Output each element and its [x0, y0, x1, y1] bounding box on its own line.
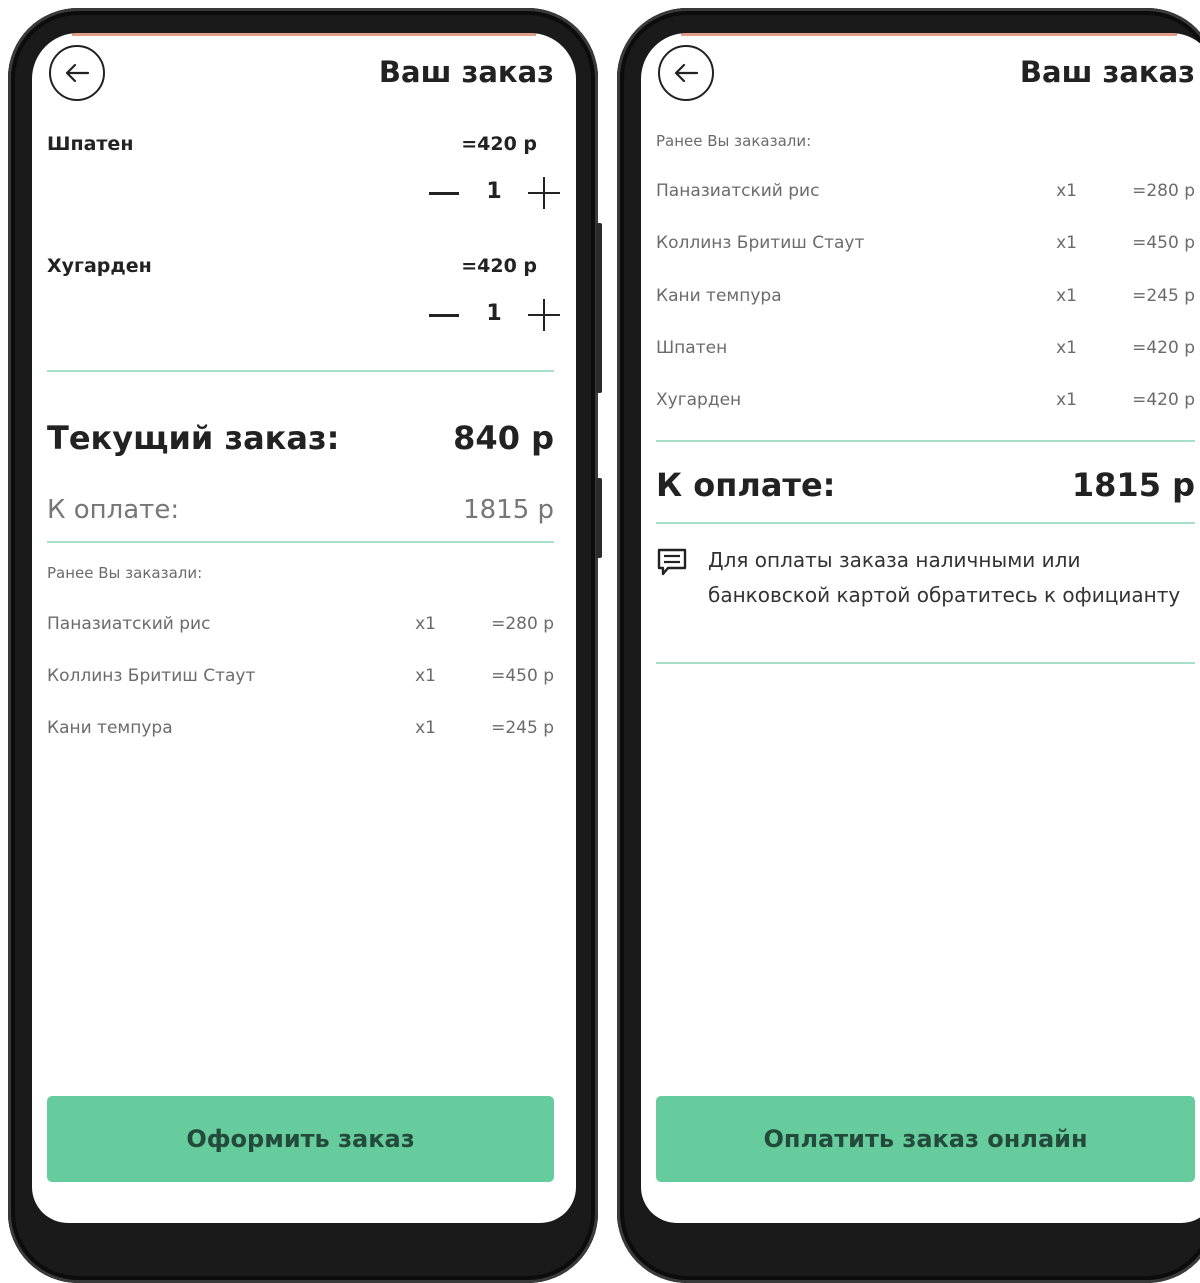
item-qty: x1: [1056, 338, 1077, 358]
item-price: =420 р: [1132, 390, 1195, 410]
previous-orders-caption: Ранее Вы заказали:: [656, 132, 812, 150]
previous-order-row: Кани темпура x1 =245 р: [656, 286, 1195, 314]
item-qty: x1: [1056, 181, 1077, 201]
item-price: =450 р: [1132, 233, 1195, 253]
status-accent-line: [72, 33, 536, 36]
plus-icon[interactable]: [526, 173, 562, 213]
payment-note-text: Для оплаты заказа наличными или банковск…: [708, 548, 1181, 607]
item-qty: x1: [1056, 286, 1077, 306]
arrow-left-icon: [65, 63, 90, 83]
order-screen: Ваш заказ Шпатен =420 р 1 Хугарден =420 …: [32, 33, 576, 1223]
plus-icon[interactable]: [526, 295, 562, 335]
divider: [47, 541, 554, 543]
item-qty: x1: [1056, 390, 1077, 410]
arrow-left-icon: [674, 63, 699, 83]
item-name: Хугарден: [656, 390, 742, 410]
phone-side-button: [596, 478, 602, 558]
quantity-value: 1: [486, 301, 502, 326]
item-name: Кани темпура: [656, 286, 782, 306]
back-button[interactable]: [49, 45, 105, 101]
cart-item-name: Хугарден: [47, 255, 152, 277]
place-order-button[interactable]: Оформить заказ: [47, 1096, 554, 1182]
pay-online-button[interactable]: Оплатить заказ онлайн: [656, 1096, 1195, 1182]
previous-order-row: Коллинз Бритиш Стаут x1 =450 р: [656, 233, 1195, 261]
current-order-total: 840 р: [453, 419, 554, 457]
back-button[interactable]: [658, 45, 714, 101]
divider: [656, 522, 1195, 524]
minus-icon[interactable]: [426, 173, 462, 213]
cart-item-price: =420 р: [461, 255, 537, 277]
previous-order-row: Паназиатский рис x1 =280 р: [656, 181, 1195, 209]
item-price: =450 р: [491, 666, 554, 686]
previous-order-row: Паназиатский рис x1 =280 р: [47, 614, 554, 642]
phone-side-button: [596, 223, 602, 393]
current-order-label: Текущий заказ:: [47, 419, 340, 457]
item-price: =245 р: [491, 718, 554, 738]
item-price: =245 р: [1132, 286, 1195, 306]
status-accent-line: [681, 33, 1177, 36]
item-name: Паназиатский рис: [656, 181, 820, 201]
minus-icon[interactable]: [426, 295, 462, 335]
cart-item-name: Шпатен: [47, 133, 134, 155]
item-qty: x1: [415, 614, 436, 634]
item-name: Паназиатский рис: [47, 614, 211, 634]
page-title: Ваш заказ: [378, 55, 554, 89]
previous-order-row: Коллинз Бритиш Стаут x1 =450 р: [47, 666, 554, 694]
divider: [47, 370, 554, 372]
previous-orders-caption: Ранее Вы заказали:: [47, 564, 203, 582]
to-pay-label: К оплате:: [47, 495, 180, 525]
to-pay-total: 1815 р: [1071, 466, 1195, 504]
payment-note: Для оплаты заказа наличными или банковск…: [656, 543, 1195, 613]
previous-order-row: Кани темпура x1 =245 р: [47, 718, 554, 746]
item-qty: x1: [415, 718, 436, 738]
to-pay-total: 1815 р: [463, 495, 554, 525]
cart-item-price: =420 р: [461, 133, 537, 155]
item-qty: x1: [1056, 233, 1077, 253]
item-price: =280 р: [1132, 181, 1195, 201]
previous-order-row: Шпатен x1 =420 р: [656, 338, 1195, 366]
message-icon: [657, 548, 687, 576]
item-qty: x1: [415, 666, 436, 686]
item-name: Кани темпура: [47, 718, 173, 738]
quantity-stepper: 1: [426, 173, 562, 213]
item-name: Коллинз Бритиш Стаут: [656, 233, 865, 253]
phone-frame-left: Ваш заказ Шпатен =420 р 1 Хугарден =420 …: [8, 8, 602, 1283]
item-name: Шпатен: [656, 338, 728, 358]
quantity-stepper: 1: [426, 295, 562, 335]
previous-order-row: Хугарден x1 =420 р: [656, 390, 1195, 418]
phone-frame-right: Ваш заказ Ранее Вы заказали: Паназиатски…: [617, 8, 1200, 1283]
quantity-value: 1: [486, 179, 502, 204]
to-pay-label: К оплате:: [656, 466, 836, 504]
item-name: Коллинз Бритиш Стаут: [47, 666, 256, 686]
item-price: =280 р: [491, 614, 554, 634]
page-title: Ваш заказ: [1019, 55, 1195, 89]
item-price: =420 р: [1132, 338, 1195, 358]
divider: [656, 440, 1195, 442]
divider: [656, 662, 1195, 664]
payment-screen: Ваш заказ Ранее Вы заказали: Паназиатски…: [641, 33, 1200, 1223]
